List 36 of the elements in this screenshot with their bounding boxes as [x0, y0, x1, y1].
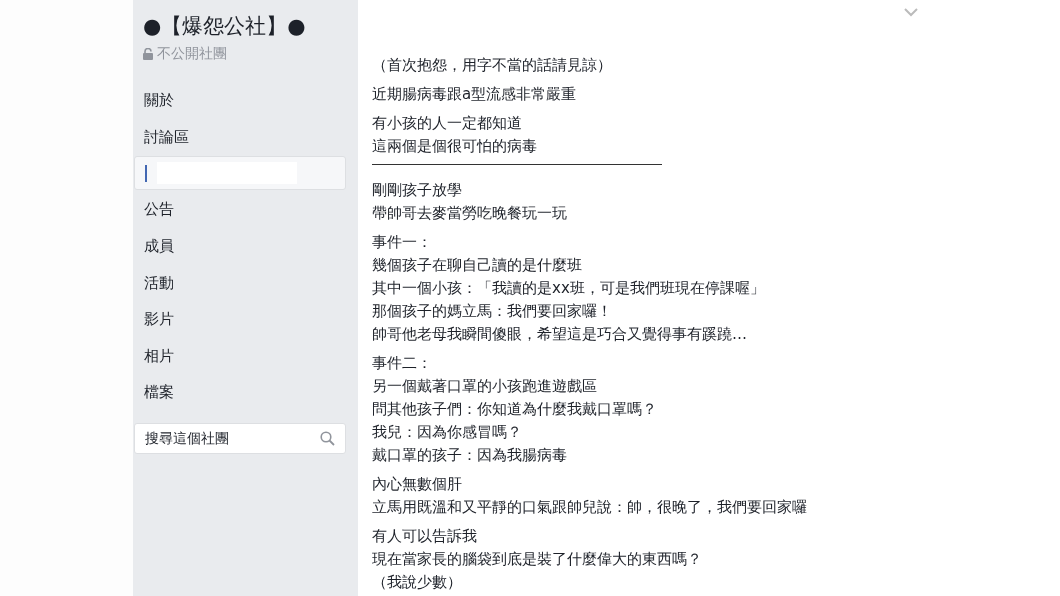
sidebar-item[interactable]: 影片 — [134, 301, 346, 338]
post-text-line: 近期腸病毒跟a型流感非常嚴重 — [372, 84, 578, 105]
lock-icon — [143, 47, 153, 60]
group-title: ●【爆怨公社】● — [142, 14, 307, 40]
post-text-line: 那個孩子的媽立馬：我們要回家囉！ — [372, 301, 613, 322]
post-text-line: 我兒：因為你感冒嗎？ — [372, 422, 523, 443]
post-text-line: 帶帥哥去麥當勞吃晚餐玩一玩 — [372, 203, 568, 224]
search-field[interactable]: 搜尋這個社團 — [134, 422, 346, 454]
post-text-line: 事件二： — [372, 353, 433, 374]
post-text-line: 問其他孩子們：你知道為什麼我戴口罩嗎？ — [372, 399, 658, 420]
post-text-line: 這兩個是個很可怕的病毒 — [372, 136, 538, 157]
post-text-line: 其中一個小孩：「我讀的是xx班，可是我們班現在停課喔」 — [372, 278, 766, 299]
post-text-line: 帥哥他老母我瞬間傻眼，希望這是巧合又覺得事有蹊蹺… — [372, 324, 748, 345]
post-text-line: 立馬用既溫和又平靜的口氣跟帥兒說：帥，很晚了，我們要回家囉 — [372, 497, 808, 518]
post-text-line: 事件一： — [372, 232, 433, 253]
post-text-line: （我說少數） — [372, 572, 463, 593]
post-text-line: 另一個戴著口罩的小孩跑進遊戲區 — [372, 376, 598, 397]
sidebar-item[interactable]: 檔案 — [134, 374, 346, 411]
sidebar-item[interactable]: 關於 — [134, 82, 346, 119]
post-text-line: 剛剛孩子放學 — [372, 180, 463, 201]
post-text-line: 有人可以告訴我 — [372, 526, 478, 547]
post-text-line: 內心無數個肝 — [372, 474, 463, 495]
search-icon[interactable] — [320, 430, 335, 446]
sidebar-item[interactable]: 成員 — [134, 227, 346, 265]
post-text-line: 幾個孩子在聊自己讀的是什麼班 — [372, 255, 583, 276]
sidebar-item[interactable]: 活動 — [134, 264, 346, 302]
sidebar-item[interactable]: 相片 — [134, 337, 346, 375]
privacy-label: 不公開社團 — [157, 44, 227, 64]
sidebar-item[interactable]: 公告 — [134, 191, 346, 228]
sidebar-item[interactable]: 討論區 — [134, 118, 346, 156]
post-text-line: 戴口罩的孩子：因為我腸病毒 — [372, 445, 568, 466]
post-text-line: 現在當家長的腦袋到底是裝了什麼偉大的東西嗎？ — [372, 549, 703, 570]
post-text-line: （首次抱怨，用字不當的話請見諒） — [372, 55, 613, 76]
chevron-down-icon[interactable] — [904, 8, 918, 17]
post-text-line: 有小孩的人一定都知道 — [372, 113, 523, 134]
sidebar-item[interactable] — [134, 156, 346, 191]
